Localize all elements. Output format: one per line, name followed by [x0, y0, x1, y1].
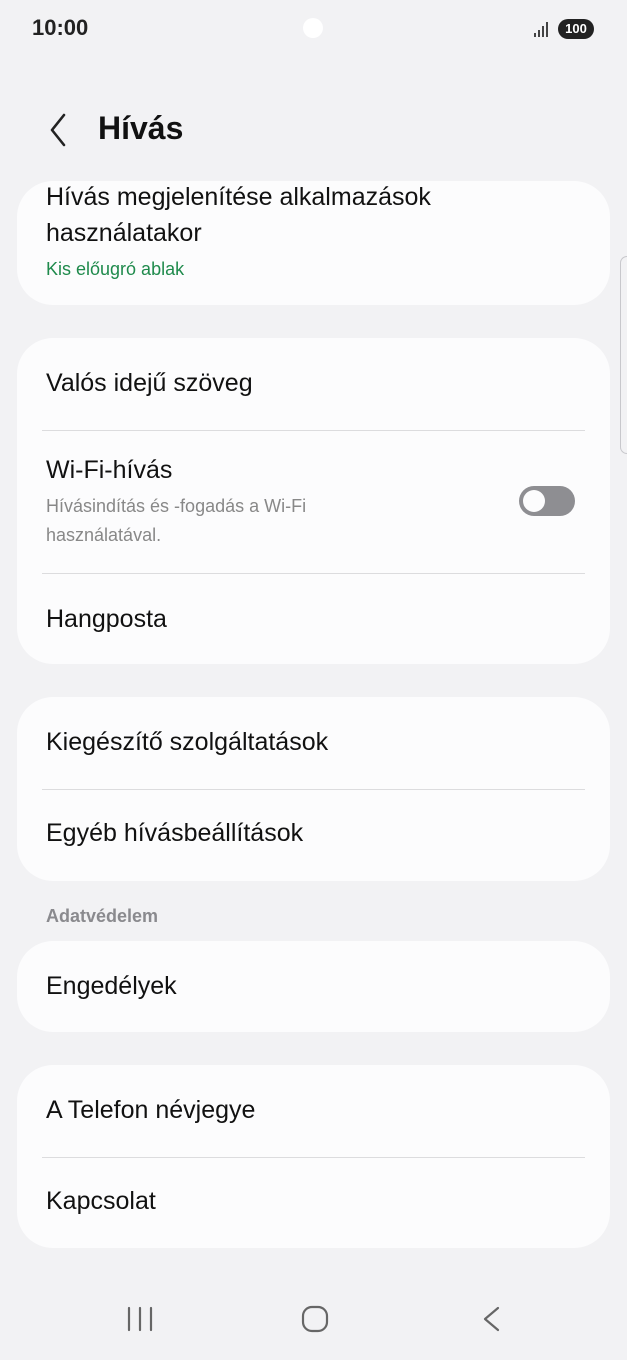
permissions-row[interactable]: Engedélyek: [17, 941, 610, 1032]
other-call-settings-row[interactable]: Egyéb hívásbeállítások: [17, 790, 610, 881]
status-bar: 10:00 100: [0, 0, 627, 58]
card-call-display: Hívás megjelenítése alkalmazások használ…: [17, 181, 610, 305]
card-call-features: Valós idejű szöveg Wi-Fi-hívás Hívásindí…: [17, 338, 610, 664]
about-phone-title: A Telefon névjegye: [46, 1096, 256, 1124]
toggle-knob: [523, 490, 545, 512]
recents-icon: [127, 1306, 153, 1332]
voicemail-row[interactable]: Hangposta: [17, 574, 610, 664]
home-icon: [301, 1305, 329, 1333]
recents-button[interactable]: [110, 1294, 170, 1344]
back-icon: [483, 1306, 500, 1332]
supplementary-services-title: Kiegészítő szolgáltatások: [46, 728, 329, 756]
wifi-calling-toggle[interactable]: [519, 486, 575, 516]
call-display-subtitle: Kis előugró ablak: [46, 259, 185, 279]
rtt-row[interactable]: Valós idejű szöveg: [17, 338, 610, 430]
other-call-settings-title: Egyéb hívásbeállítások: [46, 819, 304, 847]
section-label-privacy: Adatvédelem: [46, 906, 159, 926]
back-button[interactable]: [36, 108, 80, 152]
call-display-title-line2: használatakor: [46, 219, 202, 247]
page-title: Hívás: [98, 110, 184, 146]
wifi-calling-title: Wi-Fi-hívás: [46, 456, 173, 484]
camera-cutout: [303, 18, 323, 38]
about-phone-row[interactable]: A Telefon névjegye: [17, 1065, 610, 1157]
wifi-calling-row[interactable]: Wi-Fi-hívás Hívásindítás és -fogadás a W…: [17, 431, 610, 573]
card-privacy: Engedélyek: [17, 941, 610, 1032]
supplementary-services-row[interactable]: Kiegészítő szolgáltatások: [17, 697, 610, 789]
battery-indicator: 100: [558, 19, 594, 39]
card-services: Kiegészítő szolgáltatások Egyéb hívásbeá…: [17, 697, 610, 881]
app-header: Hívás: [0, 100, 627, 160]
rtt-title: Valós idejű szöveg: [46, 369, 253, 397]
signal-icon: [534, 22, 548, 37]
contact-title: Kapcsolat: [46, 1187, 156, 1215]
wifi-calling-subtitle-line2: használatával.: [46, 525, 162, 545]
scrollbar[interactable]: [620, 256, 627, 454]
call-display-row[interactable]: Hívás megjelenítése alkalmazások használ…: [17, 181, 610, 305]
card-about: A Telefon névjegye Kapcsolat: [17, 1065, 610, 1248]
status-time: 10:00: [32, 15, 89, 40]
permissions-title: Engedélyek: [46, 972, 177, 1000]
wifi-calling-subtitle-line1: Hívásindítás és -fogadás a Wi-Fi: [46, 496, 307, 516]
voicemail-title: Hangposta: [46, 605, 167, 633]
navigation-bar: [0, 1280, 627, 1360]
home-button[interactable]: [285, 1294, 345, 1344]
call-display-title-line1: Hívás megjelenítése alkalmazások: [46, 183, 431, 211]
nav-back-button[interactable]: [460, 1294, 520, 1344]
chevron-left-icon: [50, 113, 66, 147]
contact-row[interactable]: Kapcsolat: [17, 1158, 610, 1248]
